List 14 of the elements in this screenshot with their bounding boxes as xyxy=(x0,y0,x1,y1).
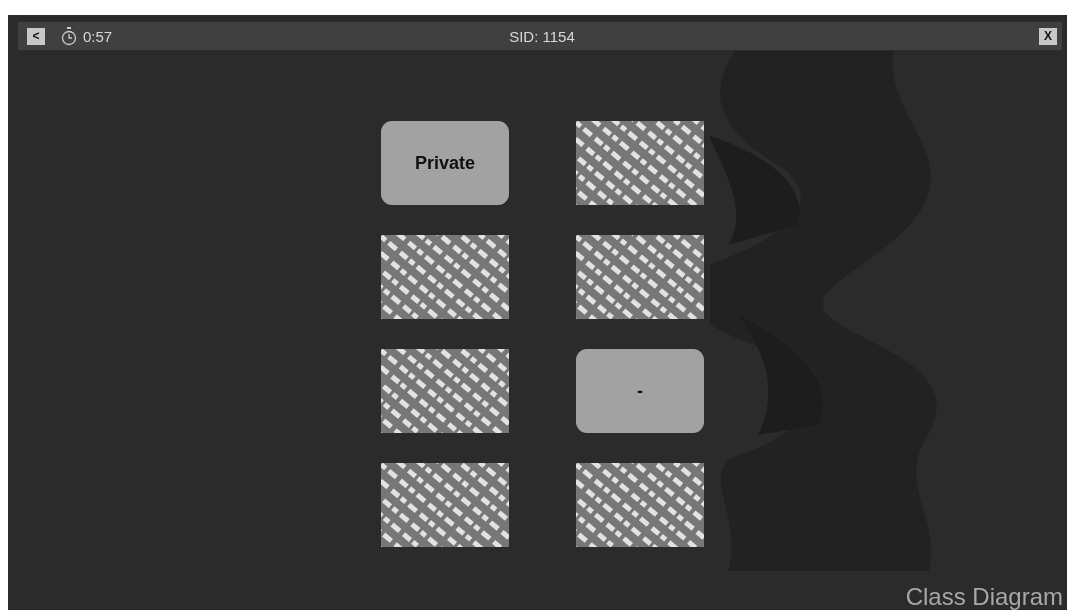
back-button[interactable]: < xyxy=(27,27,45,45)
session-id: SID: 1154 xyxy=(509,27,575,45)
topic-title: Class Diagram xyxy=(905,584,1063,610)
card-back[interactable] xyxy=(576,235,704,319)
stopwatch-icon xyxy=(61,26,77,46)
card-back[interactable] xyxy=(381,349,509,433)
close-button[interactable]: X xyxy=(1039,27,1057,45)
card-back[interactable] xyxy=(381,235,509,319)
card-face[interactable]: - xyxy=(576,349,704,433)
card-face[interactable]: Private xyxy=(381,121,509,205)
card-back[interactable] xyxy=(576,463,704,547)
card-back[interactable] xyxy=(576,121,704,205)
timer: 0:57 xyxy=(83,27,113,45)
card-back[interactable] xyxy=(381,463,509,547)
